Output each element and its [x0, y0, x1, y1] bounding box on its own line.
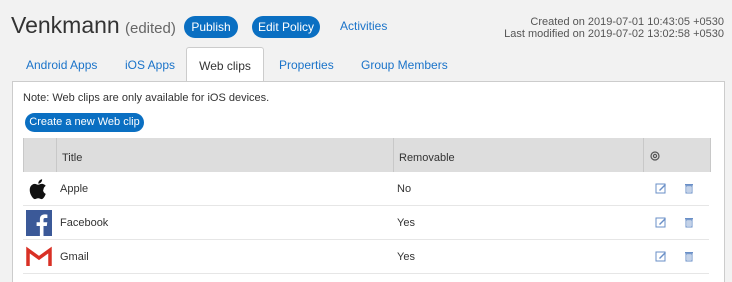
apple-logo-icon: [29, 179, 46, 200]
page-header: Venkmann (edited) Publish Edit Policy Ac…: [0, 0, 732, 50]
edit-policy-button[interactable]: Edit Policy: [252, 16, 320, 38]
publish-button[interactable]: Publish: [184, 16, 238, 38]
modified-timestamp: Last modified on 2019-07-02 13:02:58 +05…: [504, 28, 724, 40]
column-settings[interactable]: [643, 138, 710, 172]
activities-link[interactable]: Activities: [340, 19, 387, 33]
created-timestamp: Created on 2019-07-01 10:43:05 +0530: [530, 16, 724, 28]
row-title: Gmail: [60, 251, 89, 263]
row-removable: No: [397, 183, 412, 195]
edit-icon[interactable]: [655, 216, 667, 228]
row-title: Apple: [60, 183, 89, 195]
ios-only-note: Note: Web clips are only available for i…: [23, 92, 270, 104]
table-row: Gmail Yes: [23, 240, 709, 274]
delete-icon[interactable]: [683, 182, 695, 194]
column-header-title[interactable]: Title: [56, 138, 393, 172]
edit-icon[interactable]: [655, 250, 667, 262]
page-title: Venkmann: [11, 12, 120, 38]
create-web-clip-button[interactable]: Create a new Web clip: [25, 113, 144, 132]
row-title: Facebook: [60, 217, 109, 229]
table-row: Facebook Yes: [23, 206, 709, 240]
web-clips-panel: Note: Web clips are only available for i…: [12, 81, 725, 282]
edited-indicator: (edited): [125, 20, 176, 37]
table-header: Title Removable: [23, 138, 711, 172]
tab-group-members[interactable]: Group Members: [361, 47, 448, 81]
timestamps: Created on 2019-07-01 10:43:05 +0530 Las…: [504, 16, 724, 40]
tab-properties[interactable]: Properties: [279, 47, 334, 81]
row-removable: Yes: [397, 217, 415, 229]
edit-icon[interactable]: [655, 182, 667, 194]
gmail-logo-icon: [26, 246, 52, 266]
facebook-logo-icon: [26, 210, 52, 236]
tab-bar: Android Apps iOS Apps Web clips Properti…: [0, 47, 732, 83]
delete-icon[interactable]: [683, 250, 695, 262]
column-header-removable[interactable]: Removable: [393, 138, 643, 172]
tab-ios-apps[interactable]: iOS Apps: [125, 47, 175, 81]
delete-icon[interactable]: [683, 216, 695, 228]
tab-web-clips[interactable]: Web clips: [186, 47, 264, 83]
table-row: Apple No: [23, 172, 709, 206]
tab-android-apps[interactable]: Android Apps: [26, 47, 97, 81]
settings-icon[interactable]: [650, 151, 660, 161]
row-removable: Yes: [397, 251, 415, 263]
